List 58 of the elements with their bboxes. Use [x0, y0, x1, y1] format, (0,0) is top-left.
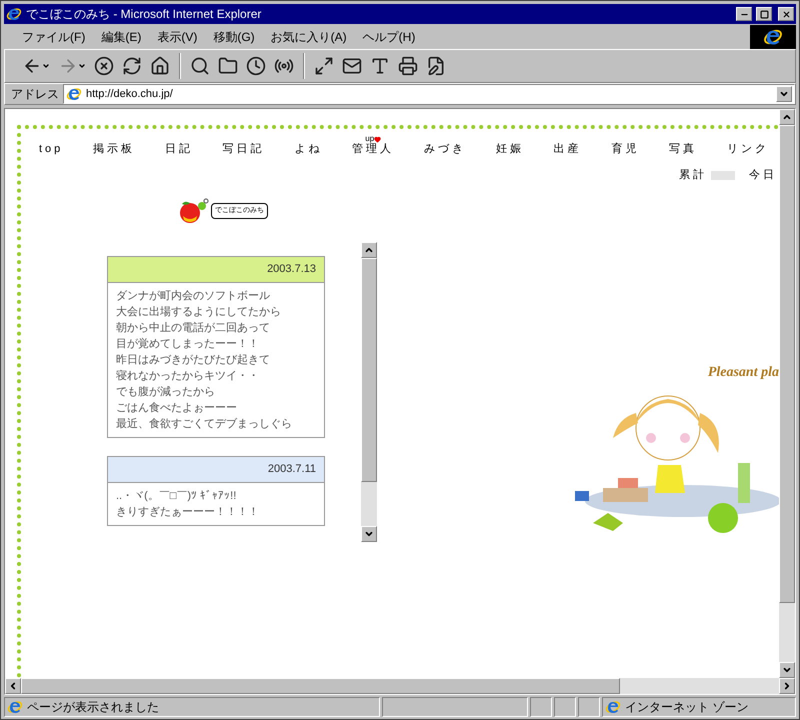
entry-date-header: 2003.7.13: [108, 256, 324, 282]
heart-icon: [374, 136, 382, 142]
globe-e-icon: [7, 699, 23, 715]
minimize-button[interactable]: [736, 7, 752, 21]
scroll-down-button[interactable]: [779, 662, 795, 678]
entry-text: ダンナが町内会のソフトボール 大会に出場するようにしてたから 朝から中止の電話が二回あって 目が覚めてしまったーー！！ 昨日はみづきがたびたび起きて 寝れなかったからキツイ・・ でも腹が減ったから ごはん食べたよぉーーー 最近、食欲すごくてデブまっしぐら: [115, 288, 293, 432]
zone-panel: インターネット ゾーン: [602, 697, 796, 717]
entry-text: ..・ヾ(。￣□￣)ﾂ ｷﾞｬｱｯ!! きりすぎたぁーーー！！！！: [115, 488, 260, 520]
maximize-button[interactable]: [756, 7, 772, 21]
scroll-left-button[interactable]: [5, 678, 21, 694]
scroll-up-button[interactable]: [361, 242, 377, 258]
today-label: 今日: [749, 168, 777, 183]
nav-link[interactable]: 掲示板: [93, 143, 136, 155]
nav-link[interactable]: リンク: [726, 143, 769, 155]
nav-link[interactable]: 写日記: [222, 143, 265, 155]
status-panel: [530, 697, 552, 717]
illustration-caption: Pleasant pla: [708, 364, 779, 382]
scroll-right-button[interactable]: [779, 678, 795, 694]
nav-link[interactable]: 育児: [611, 143, 640, 155]
vertical-scroll-thumb[interactable]: [779, 125, 795, 603]
scroll-down-button[interactable]: [361, 526, 377, 542]
menu-item[interactable]: 編集(E): [99, 28, 144, 46]
close-button[interactable]: [778, 7, 794, 21]
nav-link[interactable]: 出産: [554, 143, 582, 155]
apple-icon: [179, 198, 209, 224]
entry-date-header: 2003.7.11: [108, 456, 324, 482]
menu-item[interactable]: お気に入り(A): [268, 28, 349, 46]
status-text-panel: ページが表示されました: [4, 697, 380, 717]
globe-e-icon: [6, 6, 22, 22]
update-label: up: [365, 135, 374, 143]
globe-e-icon: [66, 86, 82, 102]
nav-link[interactable]: 日記: [164, 143, 193, 155]
counter-label: 累計: [679, 168, 707, 183]
globe-e-icon: [605, 699, 621, 715]
status-panel: [578, 697, 600, 717]
status-panel: [554, 697, 576, 717]
menu-item[interactable]: ヘルプ(H): [360, 28, 418, 46]
nav-link[interactable]: みづき: [424, 143, 466, 155]
menu-item[interactable]: ファイル(F): [20, 28, 88, 46]
menu-item[interactable]: 移動(G): [211, 28, 257, 46]
maximize-icon: [760, 10, 768, 18]
scroll-up-button[interactable]: [779, 109, 795, 125]
nav-link[interactable]: up 管理人: [352, 135, 394, 155]
globe-e-icon: [763, 27, 783, 47]
nav-link[interactable]: 妊娠: [496, 143, 524, 155]
diary-scroll-thumb[interactable]: [361, 258, 377, 482]
counter-digits-image: [711, 170, 735, 180]
address-field[interactable]: http://deko.chu.jp/: [63, 84, 795, 104]
nav-link[interactable]: 写真: [669, 143, 698, 155]
close-icon: [782, 10, 790, 18]
nav-link[interactable]: よね: [294, 143, 322, 155]
menu-item[interactable]: 表示(V): [155, 28, 200, 46]
dropdown-button[interactable]: [776, 86, 792, 102]
scroll-thumb[interactable]: [21, 678, 620, 694]
window-title: でこぼこのみち - Microsoft Internet Explorer: [26, 6, 262, 23]
caret-icon: [779, 89, 789, 99]
nav-link[interactable]: top: [39, 143, 64, 155]
address-label: アドレス: [11, 86, 59, 103]
